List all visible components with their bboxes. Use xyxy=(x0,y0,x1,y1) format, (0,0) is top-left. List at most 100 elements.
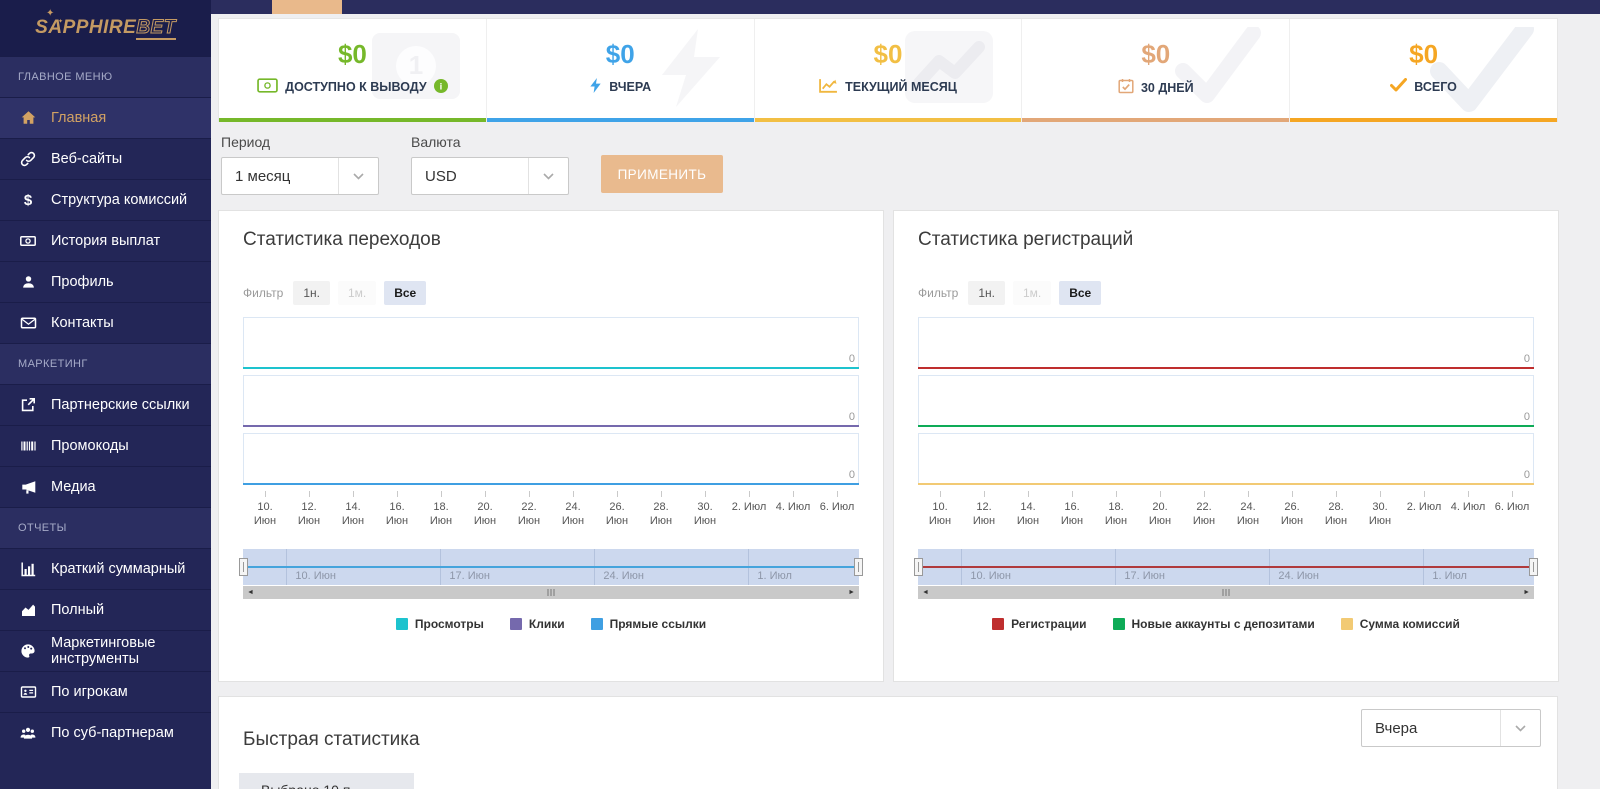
quick-stats-period-select[interactable]: Вчера xyxy=(1361,709,1541,747)
x-axis-label: 2. Июл xyxy=(731,501,767,513)
card-yesterday: $0 ВЧЕРА xyxy=(485,19,754,122)
card-total: $0 ВСЕГО xyxy=(1289,19,1557,122)
external-link-icon xyxy=(18,397,38,413)
period-select[interactable]: 1 месяц xyxy=(221,157,379,195)
legend-item[interactable]: Сумма комиссий xyxy=(1340,617,1460,631)
filter-label: Фильтр xyxy=(918,286,959,300)
sidebar-item-partner-links[interactable]: Партнерские ссылки xyxy=(0,384,211,425)
scroll-right-icon[interactable]: ► xyxy=(848,589,855,596)
legend-label: Регистрации xyxy=(1011,616,1087,631)
apply-button[interactable]: ПРИМЕНИТЬ xyxy=(601,155,723,193)
registrations-chart-panel: Статистика регистраций Фильтр 1н. 1м. Вс… xyxy=(893,210,1559,682)
sidebar-item-by-players[interactable]: По игрокам xyxy=(0,671,211,712)
x-axis-label: 22. Июн xyxy=(1192,501,1216,527)
legend-item[interactable]: Клики xyxy=(509,617,565,631)
sidebar-item-brief-summary[interactable]: Краткий суммарный xyxy=(0,548,211,589)
scrollbar-grip[interactable] xyxy=(547,588,555,596)
brand-logo[interactable]: ✦ ✦ SAPPHIREBET xyxy=(0,0,211,56)
legend-label: Просмотры xyxy=(414,616,484,631)
navigator-left-handle[interactable] xyxy=(239,557,248,576)
filter-1month-button[interactable]: 1м. xyxy=(1012,281,1052,305)
sidebar-item-contacts[interactable]: Контакты xyxy=(0,302,211,343)
chart-scrollbar[interactable]: ◄ ► xyxy=(243,585,859,599)
sidebar-item-label: Маркетинговые инструменты xyxy=(51,635,156,667)
x-axis-label: 16. Июн xyxy=(1060,501,1084,527)
sidebar-item-payout-history[interactable]: История выплат xyxy=(0,220,211,261)
scroll-left-icon[interactable]: ◄ xyxy=(247,589,254,596)
quick-stats-tab[interactable]: Выбрано 10 п xyxy=(239,773,414,789)
users-icon xyxy=(18,725,38,741)
sidebar-item-media[interactable]: Медиа xyxy=(0,466,211,507)
filter-1week-button[interactable]: 1н. xyxy=(968,281,1005,305)
card-available-for-withdrawal: 1 $0 ДОСТУПНО К ВЫВОДУ i xyxy=(219,19,486,122)
sidebar-item-by-subpartners[interactable]: По суб-партнерам xyxy=(0,712,211,753)
info-icon[interactable]: i xyxy=(433,78,448,96)
sidebar-item-marketing-tools[interactable]: Маркетинговые инструменты xyxy=(0,630,211,671)
megaphone-icon xyxy=(18,479,38,495)
quick-stats-panel: Вчера Быстрая статистика Выбрано 10 п xyxy=(218,696,1558,789)
x-axis-label: 22. Июн xyxy=(517,501,541,527)
navigator-right-handle[interactable] xyxy=(1529,557,1538,576)
top-bar xyxy=(211,0,1600,14)
scrollbar-grip[interactable] xyxy=(1222,588,1230,596)
currency-select-value: USD xyxy=(425,167,457,185)
sidebar-item-label: Главная xyxy=(51,110,107,126)
x-axis-ticks xyxy=(918,491,1534,499)
sidebar-item-profile[interactable]: Профиль xyxy=(0,261,211,302)
card-value: $0 xyxy=(1409,39,1439,69)
top-bar-tab[interactable] xyxy=(272,0,342,14)
tick-mark xyxy=(1027,491,1029,497)
legend-swatch xyxy=(992,617,1005,630)
sidebar-item-commission-structure[interactable]: $ Структура комиссий xyxy=(0,179,211,220)
navigator-right-handle[interactable] xyxy=(854,557,863,576)
series-pane-1: 0 xyxy=(243,317,859,369)
banknote-icon xyxy=(18,233,38,249)
tick-mark xyxy=(1291,491,1293,497)
sidebar-item-home[interactable]: Главная xyxy=(0,97,211,138)
card-accent-bar xyxy=(219,118,486,122)
scroll-left-icon[interactable]: ◄ xyxy=(922,589,929,596)
x-axis-label: 26. Июн xyxy=(605,501,629,527)
chart-scrollbar[interactable]: ◄ ► xyxy=(918,585,1534,599)
sidebar-item-label: Промокоды xyxy=(51,438,129,454)
y-value-label: 0 xyxy=(1523,353,1530,365)
filter-1week-button[interactable]: 1н. xyxy=(293,281,330,305)
filters-bar: Период 1 месяц Валюта USD ПРИМЕНИТЬ xyxy=(221,134,723,195)
series-line xyxy=(243,367,859,369)
x-axis-label: 4. Июл xyxy=(1450,501,1486,513)
legend-item[interactable]: Новые аккаунты с депозитами xyxy=(1112,616,1315,631)
x-axis-label: 4. Июл xyxy=(775,501,811,513)
x-axis-label: 26. Июн xyxy=(1280,501,1304,527)
sidebar-item-promocodes[interactable]: Промокоды xyxy=(0,425,211,466)
home-icon xyxy=(18,110,38,126)
sidebar-item-label: Медиа xyxy=(51,479,96,495)
section-label: ГЛАВНОЕ МЕНЮ xyxy=(18,71,113,83)
tick-mark xyxy=(264,491,266,497)
chart-body: 0 0 0 10. Июн 12. Июн 14. Июн 16. Июн 18. Июн 20. Июн 2… xyxy=(239,317,863,631)
card-label: ДОСТУПНО К ВЫВОДУ xyxy=(285,80,427,94)
sidebar-section-marketing: МАРКЕТИНГ xyxy=(0,343,211,384)
legend-item[interactable]: Просмотры xyxy=(395,616,484,631)
sidebar-item-websites[interactable]: Веб-сайты xyxy=(0,138,211,179)
filter-1month-button[interactable]: 1м. xyxy=(337,281,377,305)
filter-all-button[interactable]: Все xyxy=(384,281,427,305)
tick-mark xyxy=(1247,491,1249,497)
legend-item[interactable]: Регистрации xyxy=(992,616,1087,631)
banknote-icon xyxy=(257,78,278,96)
legend-item[interactable]: Прямые ссылки xyxy=(590,617,706,631)
scroll-right-icon[interactable]: ► xyxy=(1523,589,1530,596)
navigator-left-handle[interactable] xyxy=(914,557,923,576)
chart-legend: Регистрации Новые аккаунты с депозитами Су… xyxy=(918,617,1534,631)
sidebar-item-full-report[interactable]: Полный xyxy=(0,589,211,630)
tick-mark xyxy=(1203,491,1205,497)
currency-select[interactable]: USD xyxy=(411,157,569,195)
chart-navigator: 10. Июн 17. Июн 24. Июн 1. Июл xyxy=(914,548,1538,585)
tick-mark xyxy=(440,491,442,497)
y-value-label: 0 xyxy=(1523,411,1530,423)
legend-label: Новые аккаунты с депозитами xyxy=(1131,616,1315,631)
y-value-label: 0 xyxy=(848,353,855,365)
chart-panes: 0 0 0 xyxy=(243,317,859,485)
tick-mark xyxy=(939,491,941,497)
filter-all-button[interactable]: Все xyxy=(1059,281,1102,305)
chart-navigator: 10. Июн 17. Июн 24. Июн 1. Июл xyxy=(239,548,863,585)
